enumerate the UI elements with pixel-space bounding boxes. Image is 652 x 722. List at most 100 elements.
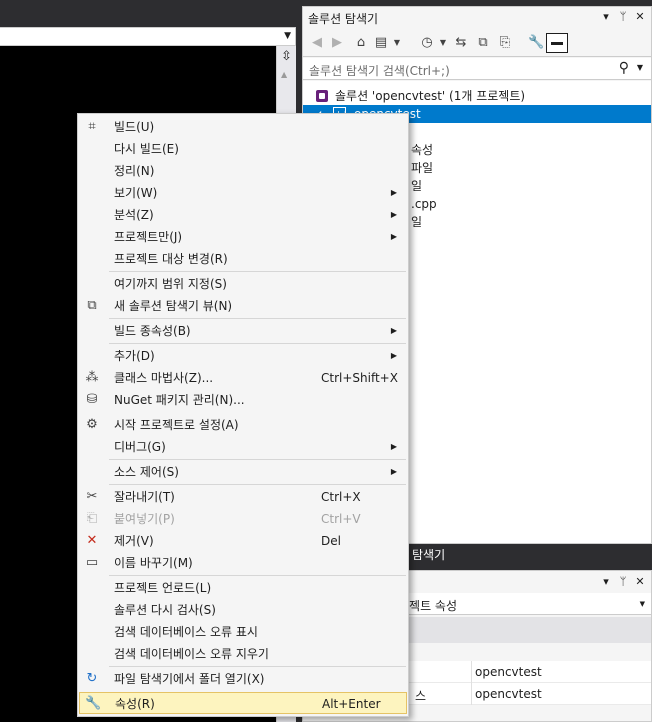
sync-icon[interactable]: ⇆ xyxy=(453,35,469,51)
search-input[interactable]: 솔루션 탐색기 검색(Ctrl+;) xyxy=(309,62,450,79)
menu-item-label: 빌드(U) xyxy=(114,120,155,134)
chevron-down-icon[interactable]: ▼ xyxy=(637,63,643,72)
pin-icon[interactable]: ᛘ xyxy=(616,575,630,588)
menu-item-add[interactable]: 추가(D) ▶ xyxy=(79,345,407,367)
menu-item-source-control[interactable]: 소스 제어(S) ▶ xyxy=(79,461,407,483)
scroll-up-icon[interactable]: ▲ xyxy=(281,70,287,79)
menu-item-build[interactable]: ⌗ 빌드(U) xyxy=(79,116,407,138)
new-view-icon: ⧉ xyxy=(87,298,97,313)
menu-item-label: 프로젝트 언로드(L) xyxy=(114,581,212,595)
menu-item-build-dependencies[interactable]: 빌드 종속성(B) ▶ xyxy=(79,320,407,342)
menu-item-new-explorer-view[interactable]: ⧉ 새 솔루션 탐색기 뷰(N) xyxy=(79,295,407,317)
rename-icon: ▭ xyxy=(85,555,99,570)
submenu-arrow-icon: ▶ xyxy=(390,326,397,335)
show-all-files-icon[interactable]: ⎘ xyxy=(497,35,513,51)
submenu-arrow-icon: ▶ xyxy=(390,188,397,197)
search-icon[interactable]: ⚲ xyxy=(619,60,629,76)
preview-selected-button[interactable] xyxy=(546,33,568,53)
menu-item-label: 보기(W) xyxy=(114,186,158,200)
tree-item-label: 파일 xyxy=(411,161,434,175)
tree-item-solution[interactable]: 솔루션 'opencvtest' (1개 프로젝트) xyxy=(303,87,651,105)
switch-views-icon[interactable]: ▤ xyxy=(373,35,389,51)
refresh-folder-icon: ↻ xyxy=(86,671,98,686)
pin-icon[interactable]: ᛘ xyxy=(616,10,630,23)
menu-item-shortcut: Ctrl+X xyxy=(321,490,361,504)
menu-item-unload-project[interactable]: 프로젝트 언로드(L) xyxy=(79,577,407,599)
tree-item-label: 솔루션 'opencvtest' (1개 프로젝트) xyxy=(335,89,526,103)
menu-item-view[interactable]: 보기(W) ▶ xyxy=(79,182,407,204)
chevron-down-icon: ▼ xyxy=(639,600,645,608)
menu-item-rename[interactable]: ▭ 이름 바꾸기(M) xyxy=(79,552,407,574)
close-icon[interactable]: ✕ xyxy=(633,575,647,588)
menu-item-label: 여기까지 범위 지정(S) xyxy=(114,277,227,291)
menu-item-clean[interactable]: 정리(N) xyxy=(79,160,407,182)
menu-item-shortcut: Del xyxy=(321,534,341,548)
menu-item-label: 검색 데이터베이스 오류 지우기 xyxy=(114,647,269,661)
menu-item-open-in-explorer[interactable]: ↻ 파일 탐색기에서 폴더 열기(X) xyxy=(79,668,407,690)
property-value: opencvtest xyxy=(475,687,542,701)
split-icon[interactable]: ⇳ xyxy=(279,48,294,66)
build-icon: ⌗ xyxy=(88,119,96,134)
back-icon[interactable]: ◀ xyxy=(309,35,325,51)
preview-icon xyxy=(551,42,563,45)
menu-item-label: 빌드 종속성(B) xyxy=(114,324,191,338)
menu-item-label: 소스 제어(S) xyxy=(114,465,179,479)
menu-item-label: 다시 빌드(E) xyxy=(114,142,179,156)
menu-item-project-only[interactable]: 프로젝트만(J) ▶ xyxy=(79,226,407,248)
menu-item-debug[interactable]: 디버그(G) ▶ xyxy=(79,436,407,458)
menu-item-label: 추가(D) xyxy=(114,349,155,363)
home-icon[interactable]: ⌂ xyxy=(353,35,369,51)
navigation-dropdown[interactable]: ▼ xyxy=(0,27,296,46)
submenu-arrow-icon: ▶ xyxy=(390,232,397,241)
menu-item-show-db-errors[interactable]: 검색 데이터베이스 오류 표시 xyxy=(79,621,407,643)
solution-explorer-search[interactable]: 솔루션 탐색기 검색(Ctrl+;) ⚲ ▼ xyxy=(303,58,651,80)
menu-item-set-startup[interactable]: ⚙ 시작 프로젝트로 설정(A) xyxy=(79,414,407,436)
panel-menu-icon[interactable]: ▾ xyxy=(599,10,613,23)
property-name: 스 xyxy=(415,689,427,703)
menu-item-rescan-solution[interactable]: 솔루션 다시 검사(S) xyxy=(79,599,407,621)
class-wizard-icon: ⁂ xyxy=(85,370,99,385)
pending-changes-icon[interactable]: ◷ xyxy=(419,35,435,51)
tab-label: 탐색기 xyxy=(412,548,446,562)
menu-separator xyxy=(109,271,406,272)
properties-wrench-icon[interactable]: 🔧 xyxy=(528,35,544,51)
collapse-all-icon[interactable]: ⧉ xyxy=(475,35,491,51)
menu-item-label: 파일 탐색기에서 폴더 열기(X) xyxy=(114,672,265,686)
menu-item-label: 잘라내기(T) xyxy=(114,490,175,504)
menu-item-label: 정리(N) xyxy=(114,164,155,178)
menu-separator xyxy=(109,484,406,485)
chevron-down-icon: ▼ xyxy=(284,31,291,41)
menu-item-label: 디버그(G) xyxy=(114,440,166,454)
paste-icon: ⎗ xyxy=(86,511,98,526)
menu-item-analyze[interactable]: 분석(Z) ▶ xyxy=(79,204,407,226)
panel-menu-icon[interactable]: ▾ xyxy=(599,575,613,588)
menu-item-properties[interactable]: 🔧 속성(R) Alt+Enter xyxy=(79,692,407,714)
menu-item-rebuild[interactable]: 다시 빌드(E) xyxy=(79,138,407,160)
menu-item-nuget[interactable]: ⛁ NuGet 패키지 관리(N)... xyxy=(79,389,407,411)
menu-item-scope-to-this[interactable]: 여기까지 범위 지정(S) xyxy=(79,273,407,295)
submenu-arrow-icon: ▶ xyxy=(390,351,397,360)
menu-item-remove[interactable]: ✕ 제거(V) Del xyxy=(79,530,407,552)
menu-item-class-wizard[interactable]: ⁂ 클래스 마법사(Z)... Ctrl+Shift+X xyxy=(79,367,407,389)
menu-item-paste[interactable]: ⎗ 붙여넣기(P) Ctrl+V xyxy=(79,508,407,530)
solution-icon xyxy=(316,90,328,102)
menu-item-label: 속성(R) xyxy=(115,697,155,711)
menu-item-label: 분석(Z) xyxy=(114,208,154,222)
menu-item-cut[interactable]: ✂ 잘라내기(T) Ctrl+X xyxy=(79,486,407,508)
menu-item-label: 검색 데이터베이스 오류 표시 xyxy=(114,625,258,639)
solution-explorer-toolbar: ◀ ▶ ⌂ ▤ ▼ ◷ ▼ ⇆ ⧉ ⎘ 🔧 xyxy=(303,29,651,57)
nuget-icon: ⛁ xyxy=(86,392,98,407)
property-value: opencvtest xyxy=(475,665,542,679)
delete-icon: ✕ xyxy=(86,533,98,548)
menu-item-clear-db-errors[interactable]: 검색 데이터베이스 오류 지우기 xyxy=(79,643,407,665)
chevron-down-icon[interactable]: ▼ xyxy=(389,35,405,51)
close-icon[interactable]: ✕ xyxy=(633,10,647,23)
panel-title: 솔루션 탐색기 xyxy=(308,12,379,26)
menu-item-label: 새 솔루션 탐색기 뷰(N) xyxy=(114,299,233,313)
forward-icon[interactable]: ▶ xyxy=(329,35,345,51)
scissors-icon: ✂ xyxy=(86,489,98,504)
chevron-down-icon[interactable]: ▼ xyxy=(435,35,451,51)
menu-item-retarget[interactable]: 프로젝트 대상 변경(R) xyxy=(79,248,407,270)
menu-item-label: 프로젝트 대상 변경(R) xyxy=(114,252,228,266)
menu-item-label: NuGet 패키지 관리(N)... xyxy=(114,393,245,407)
